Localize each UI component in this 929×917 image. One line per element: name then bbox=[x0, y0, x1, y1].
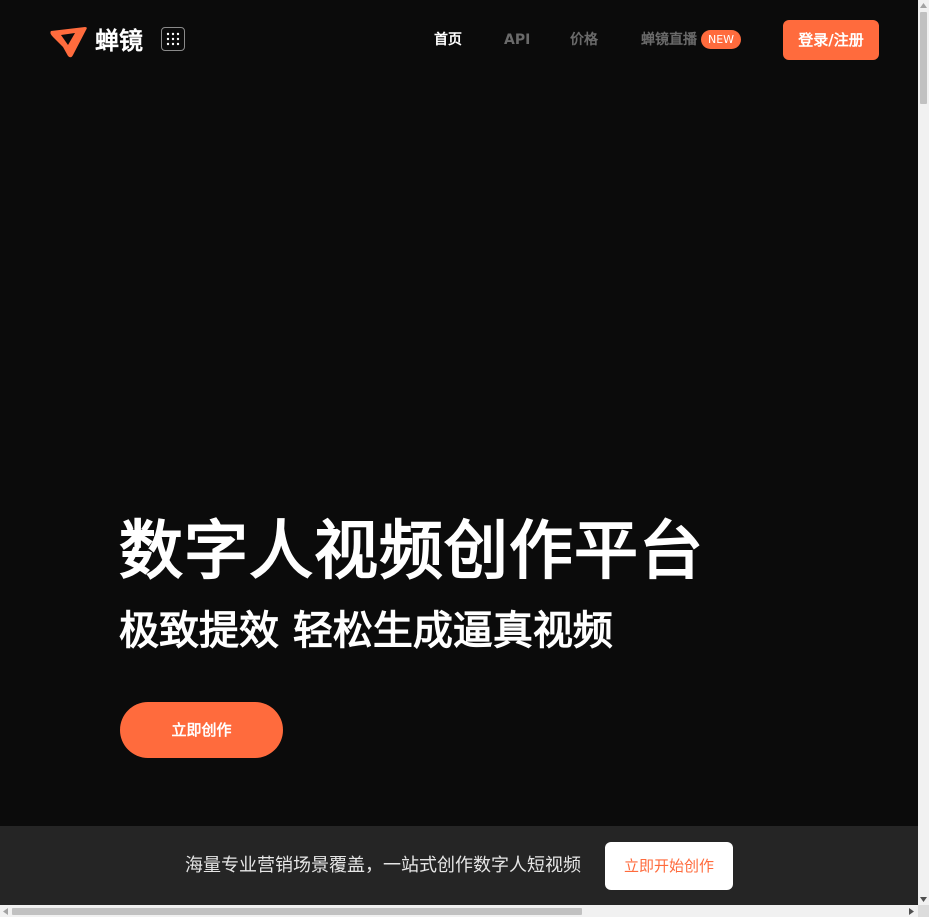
horizontal-scrollbar[interactable] bbox=[0, 905, 918, 917]
scrollbar-corner bbox=[918, 905, 929, 917]
page-viewport: 蝉镜 首页 API 价格 蝉镜直播 NEW 登录/注册 数字人视频创作平台 极致… bbox=[0, 0, 918, 905]
bottom-promo-bar: 海量专业营销场景覆盖，一站式创作数字人短视频 立即开始创作 bbox=[0, 826, 918, 905]
nav-home[interactable]: 首页 bbox=[434, 28, 462, 52]
login-register-button[interactable]: 登录/注册 bbox=[783, 20, 879, 60]
scroll-right-arrow-icon[interactable] bbox=[906, 905, 917, 917]
logo-icon bbox=[50, 27, 87, 58]
vertical-scrollbar[interactable] bbox=[918, 0, 929, 917]
nav-live[interactable]: 蝉镜直播 bbox=[641, 28, 697, 52]
logo[interactable]: 蝉镜 bbox=[49, 21, 143, 61]
scroll-left-arrow-icon[interactable] bbox=[0, 905, 11, 917]
new-badge: NEW bbox=[701, 30, 742, 49]
create-now-button[interactable]: 立即创作 bbox=[120, 702, 283, 758]
hero-subtitle: 极致提效 轻松生成逼真视频 bbox=[119, 608, 613, 654]
start-creating-button[interactable]: 立即开始创作 bbox=[605, 842, 733, 890]
logo-text: 蝉镜 bbox=[95, 27, 143, 55]
grid-dots-icon bbox=[166, 32, 180, 46]
scroll-up-arrow-icon[interactable] bbox=[918, 0, 929, 11]
nav-api[interactable]: API bbox=[504, 28, 530, 52]
hero-title: 数字人视频创作平台 bbox=[119, 515, 704, 589]
horizontal-scroll-thumb[interactable] bbox=[12, 908, 582, 915]
scroll-down-arrow-icon[interactable] bbox=[918, 894, 929, 905]
site-header: 蝉镜 首页 API 价格 蝉镜直播 NEW 登录/注册 bbox=[0, 0, 918, 80]
nav-pricing[interactable]: 价格 bbox=[570, 28, 598, 52]
promo-text: 海量专业营销场景覆盖，一站式创作数字人短视频 bbox=[185, 855, 581, 876]
apps-grid-button[interactable] bbox=[161, 27, 185, 51]
vertical-scroll-thumb[interactable] bbox=[920, 12, 927, 104]
